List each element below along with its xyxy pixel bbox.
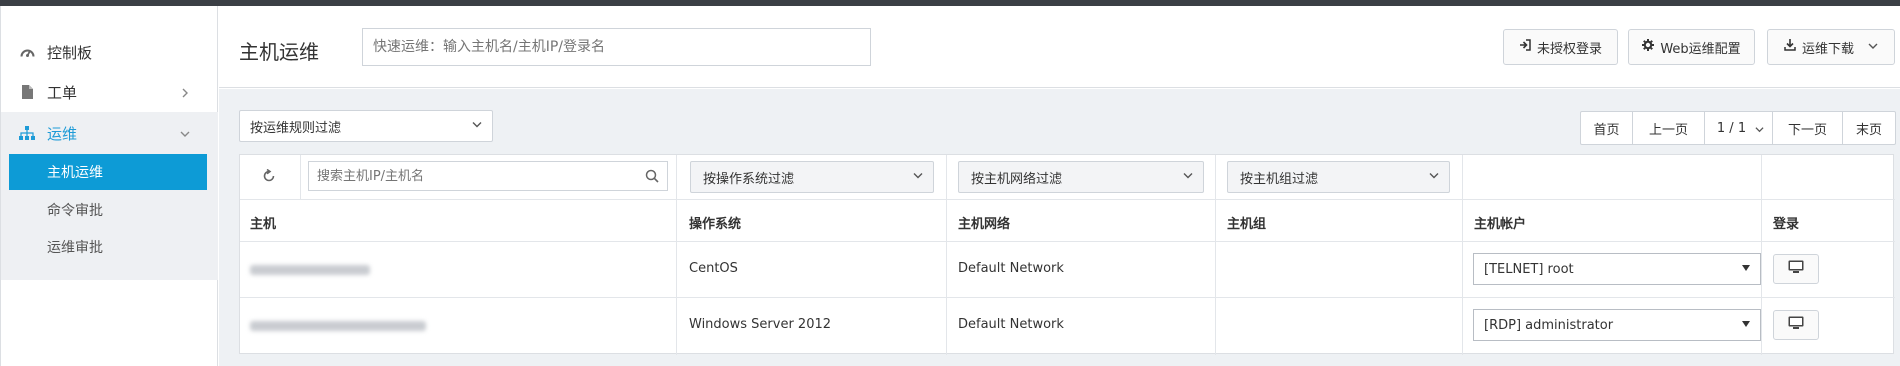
chevron-down-icon: [913, 170, 923, 185]
select-value: [TELNET] root: [1484, 261, 1574, 277]
network-cell: Default Network: [958, 317, 1064, 332]
os-cell: Windows Server 2012: [689, 317, 832, 332]
host-table: 按操作系统过滤 按主机网络过滤 按主机组过滤 主机 操作系统 主机网络 主机组 …: [239, 154, 1895, 355]
sidebar-item-tickets[interactable]: 工单: [1, 71, 218, 113]
chevron-down-icon: [1755, 123, 1764, 138]
sidebar-item-label: 运维: [47, 124, 78, 143]
column-header-login: 登录: [1773, 217, 1800, 232]
unauthorized-login-button[interactable]: 未授权登录: [1503, 29, 1618, 65]
sidebar-subitem-ops-approval[interactable]: 运维审批: [9, 229, 207, 265]
network-filter-select[interactable]: 按主机网络过滤: [958, 161, 1204, 193]
pager-label: 末页: [1855, 122, 1882, 138]
host-name-redacted: [250, 321, 426, 331]
select-value: [RDP] administrator: [1484, 317, 1614, 333]
next-page-button[interactable]: 下一页: [1773, 112, 1843, 144]
rule-filter-select[interactable]: 按运维规则过滤: [239, 110, 493, 142]
button-label: 未授权登录: [1536, 41, 1602, 57]
host-search-box: [308, 161, 668, 191]
ops-download-button[interactable]: 运维下载: [1767, 29, 1895, 65]
sidebar-item-ops[interactable]: 运维: [1, 112, 218, 154]
page-header: 主机运维 未授权登录 Web运维配置 运维下载: [219, 6, 1900, 88]
select-value: 按主机网络过滤: [971, 171, 1063, 187]
sidebar: 控制板 工单 运维 主机运维 命令审批 运维审批: [0, 6, 218, 366]
select-value: 按运维规则过滤: [250, 120, 342, 136]
column-header-os: 操作系统: [689, 217, 742, 232]
pagination: 首页 上一页 1 / 1 下一页 末页: [1580, 111, 1896, 145]
dropdown-triangle-icon: [1742, 265, 1750, 271]
page-title: 主机运维: [239, 40, 319, 64]
button-label: Web运维配置: [1660, 41, 1741, 57]
sign-in-icon: [1519, 39, 1531, 55]
column-header-group: 主机组: [1227, 217, 1267, 232]
column-divider: [676, 155, 677, 355]
pager-label: 下一页: [1787, 122, 1827, 138]
button-label: 运维下载: [1801, 41, 1854, 57]
sidebar-subitem-label: 主机运维: [47, 165, 103, 181]
column-divider: [1761, 155, 1762, 355]
sitemap-icon: [19, 125, 35, 141]
pager-label: 首页: [1593, 122, 1620, 138]
web-config-button[interactable]: Web运维配置: [1628, 29, 1755, 65]
download-icon: [1784, 39, 1796, 55]
select-value: 按操作系统过滤: [703, 171, 795, 187]
chevron-down-icon: [1868, 40, 1878, 55]
search-icon[interactable]: [645, 169, 659, 187]
host-name-redacted: [250, 265, 370, 275]
gear-icon: [1642, 39, 1655, 55]
first-page-button[interactable]: 首页: [1581, 112, 1633, 144]
select-value: 按主机组过滤: [1240, 171, 1319, 187]
column-divider: [946, 155, 947, 355]
sidebar-subitem-label: 运维审批: [47, 240, 103, 256]
column-header-account: 主机帐户: [1474, 217, 1527, 232]
prev-page-button[interactable]: 上一页: [1633, 112, 1705, 144]
sidebar-subitem-host-ops[interactable]: 主机运维: [9, 154, 207, 190]
chevron-down-icon: [1429, 170, 1439, 185]
sidebar-subitem-label: 命令审批: [47, 203, 103, 219]
chevron-down-icon: [1183, 170, 1193, 185]
sidebar-item-dashboard[interactable]: 控制板: [1, 31, 218, 73]
login-button[interactable]: [1773, 254, 1819, 284]
quick-ops-input[interactable]: [362, 28, 871, 66]
account-select[interactable]: [TELNET] root: [1473, 253, 1761, 285]
group-filter-select[interactable]: 按主机组过滤: [1227, 161, 1450, 193]
monitor-icon: [1788, 260, 1804, 278]
os-filter-select[interactable]: 按操作系统过滤: [690, 161, 934, 193]
chevron-down-icon: [180, 128, 190, 138]
column-divider: [300, 155, 301, 199]
last-page-button[interactable]: 末页: [1843, 112, 1895, 144]
refresh-icon[interactable]: [262, 168, 276, 187]
chevron-down-icon: [472, 119, 482, 134]
column-header-host: 主机: [250, 217, 277, 232]
sidebar-subitem-command-approval[interactable]: 命令审批: [9, 192, 207, 228]
sidebar-item-label: 控制板: [47, 43, 93, 62]
dropdown-triangle-icon: [1742, 321, 1750, 327]
monitor-icon: [1788, 316, 1804, 334]
row-divider: [240, 297, 1895, 298]
network-cell: Default Network: [958, 261, 1064, 276]
row-divider: [240, 241, 1895, 242]
pager-label: 上一页: [1648, 122, 1688, 138]
sidebar-item-label: 工单: [47, 83, 78, 102]
host-search-input[interactable]: [309, 162, 629, 190]
column-divider: [1215, 155, 1216, 355]
chevron-right-icon: [180, 87, 190, 98]
document-icon: [19, 84, 35, 100]
login-button[interactable]: [1773, 310, 1819, 340]
column-header-network: 主机网络: [958, 217, 1011, 232]
column-divider: [1462, 155, 1463, 355]
os-cell: CentOS: [689, 261, 738, 276]
row-divider: [240, 199, 1895, 200]
account-select[interactable]: [RDP] administrator: [1473, 309, 1761, 341]
current-page: 1 / 1: [1716, 120, 1747, 136]
dashboard-icon: [19, 44, 35, 60]
page-select[interactable]: 1 / 1: [1705, 112, 1773, 144]
